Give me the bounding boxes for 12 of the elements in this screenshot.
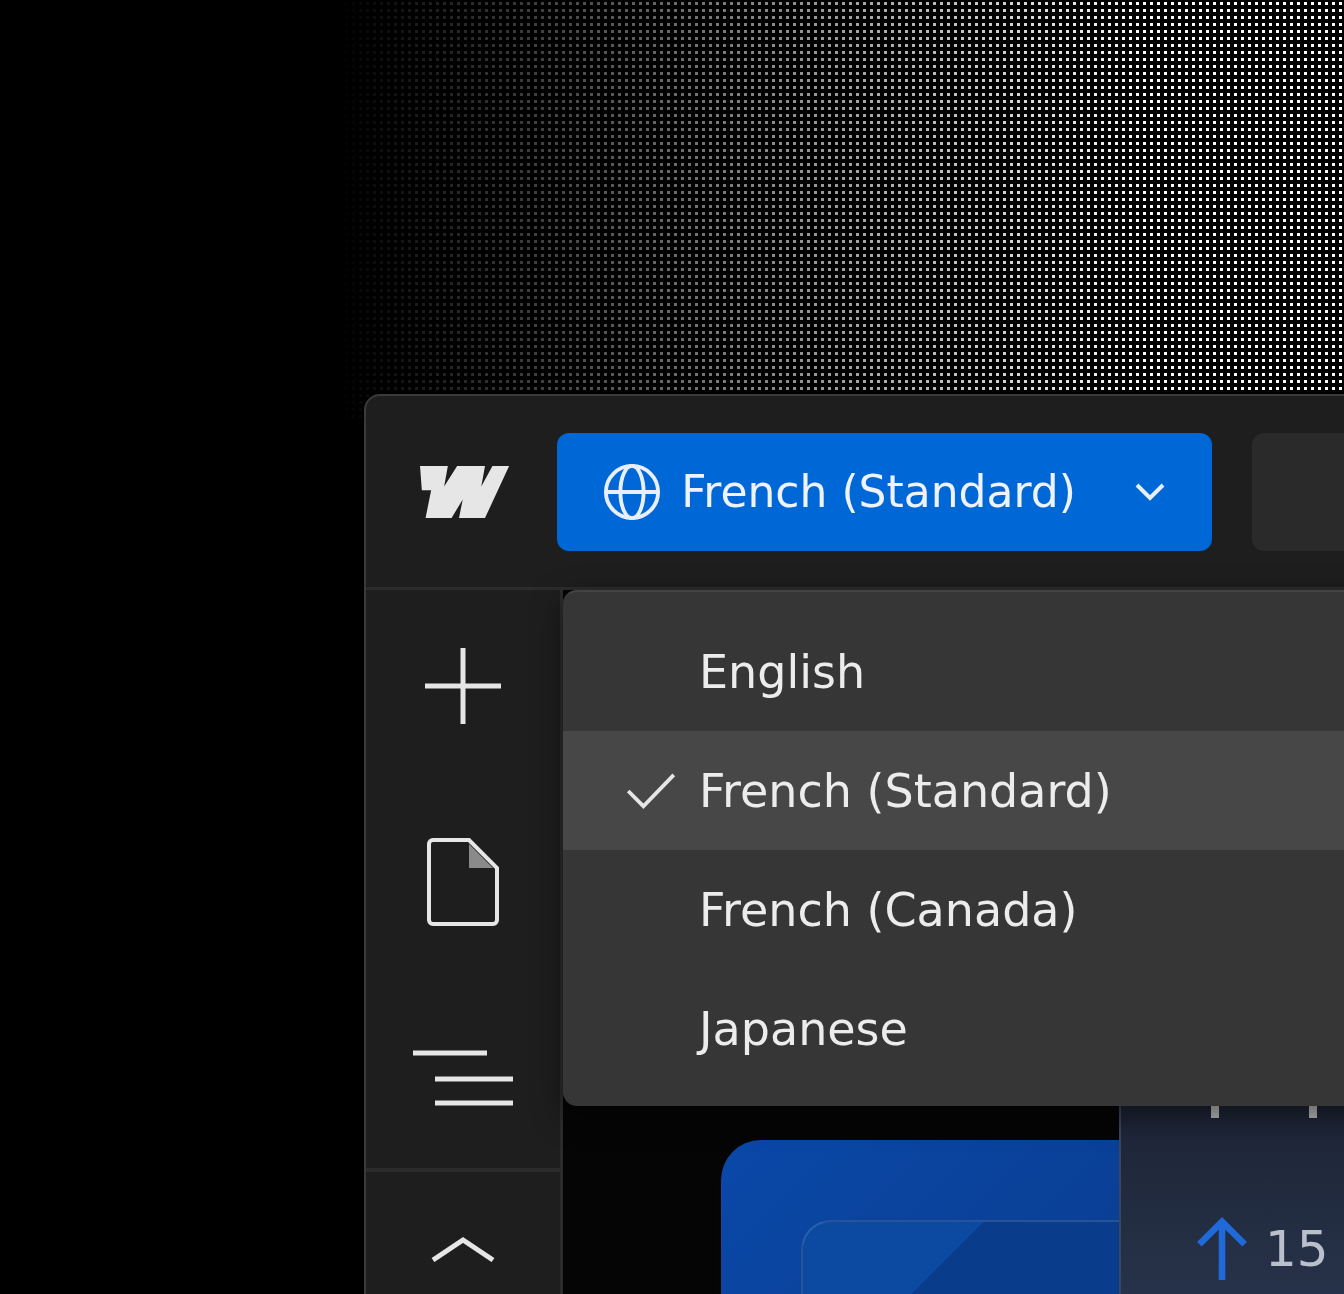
language-option[interactable]: Japanese bbox=[563, 969, 1344, 1088]
chevron-down-icon bbox=[1134, 481, 1166, 502]
globe-icon bbox=[603, 462, 662, 521]
plus-icon[interactable] bbox=[423, 646, 503, 726]
language-option[interactable]: French (Canada) bbox=[563, 850, 1344, 969]
language-dropdown-button[interactable]: French (Standard) bbox=[557, 432, 1212, 551]
stat-value: 15 bbox=[1265, 1220, 1329, 1278]
page-icon[interactable] bbox=[425, 838, 501, 928]
checkmark-icon bbox=[625, 771, 677, 810]
language-option[interactable]: French (Standard) bbox=[563, 731, 1344, 850]
navigator-icon[interactable] bbox=[413, 1050, 513, 1106]
language-option[interactable]: English bbox=[563, 612, 1344, 731]
